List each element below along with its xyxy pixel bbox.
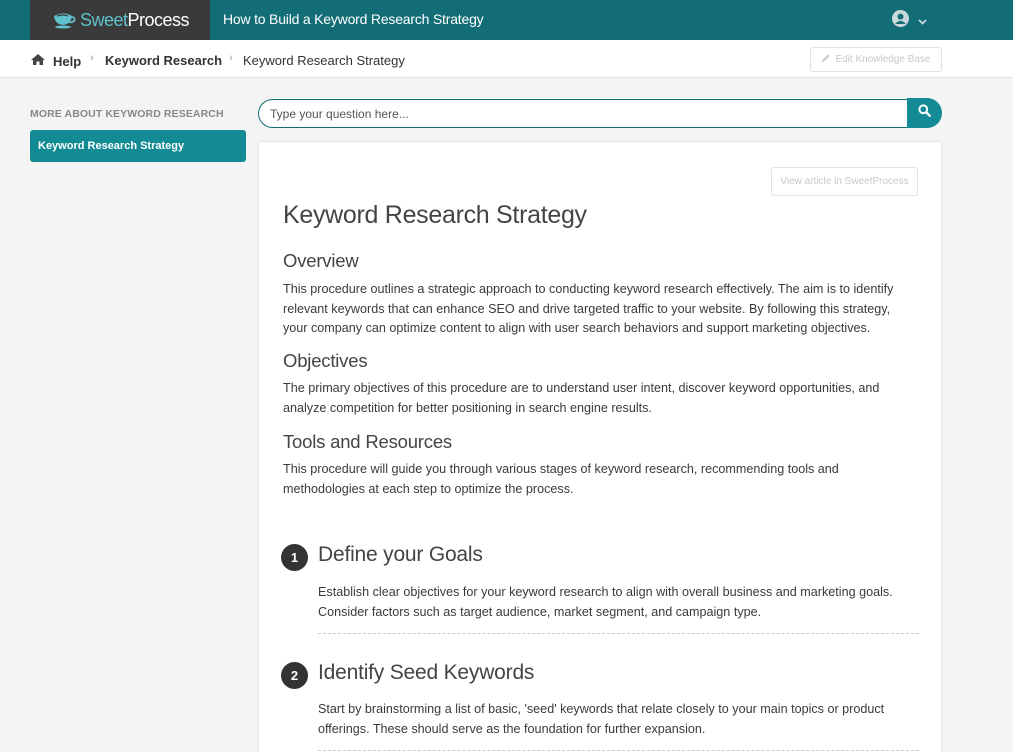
section-heading-overview: Overview (283, 250, 359, 271)
top-bar: SweetProcess How to Build a Keyword Rese… (0, 0, 1013, 40)
breadcrumb-separator: › (229, 52, 233, 64)
home-icon (30, 53, 46, 69)
article-card: View article in SweetProcess Keyword Res… (258, 141, 942, 752)
sidebar-heading: MORE ABOUT KEYWORD RESEARCH (30, 108, 224, 120)
step-text: Start by brainstorming a list of basic, … (318, 702, 885, 736)
logo-wordmark: SweetProcess (80, 9, 190, 31)
user-menu[interactable] (892, 10, 927, 32)
breadcrumb-home[interactable]: Help (30, 53, 81, 69)
teacup-logo-icon (52, 11, 76, 29)
search-input[interactable] (258, 99, 908, 128)
sidebar-item-keyword-research-strategy[interactable]: Keyword Research Strategy (30, 130, 246, 162)
breadcrumb-current: Keyword Research Strategy (243, 53, 405, 68)
step-divider (318, 633, 919, 634)
section-text-objectives: The primary objectives of this procedure… (283, 381, 880, 415)
step-number-badge: 1 (281, 544, 308, 571)
view-in-sweetprocess-button[interactable]: View article in SweetProcess (771, 167, 918, 196)
logo-word-process: Process (127, 9, 190, 30)
search-icon (918, 104, 931, 122)
pencil-icon (821, 53, 831, 66)
breadcrumb-home-label: Help (53, 53, 82, 69)
breadcrumb-keyword-research[interactable]: Keyword Research (105, 53, 222, 68)
step-divider (318, 750, 919, 751)
section-heading-objectives: Objectives (283, 350, 368, 371)
section-text-overview: This procedure outlines a strategic appr… (283, 282, 894, 335)
procedure-title: How to Build a Keyword Research Strategy (223, 11, 484, 27)
section-heading-tools: Tools and Resources (283, 431, 452, 452)
user-circle-icon (892, 10, 909, 32)
step-number-badge: 2 (281, 662, 308, 689)
breadcrumb-bar: Help › Keyword Research › Keyword Resear… (0, 40, 1013, 78)
step-title: Identify Seed Keywords (318, 661, 535, 684)
logo-word-sweet: Sweet (80, 9, 128, 30)
edit-knowledge-base-button[interactable]: Edit Knowledge Base (810, 47, 942, 72)
sweetprocess-logo[interactable]: SweetProcess (30, 0, 210, 40)
edit-knowledge-base-label: Edit Knowledge Base (835, 54, 931, 65)
breadcrumb-separator: › (90, 52, 94, 64)
chevron-down-icon (918, 12, 927, 30)
search-button[interactable] (907, 98, 942, 128)
article-title: Keyword Research Strategy (283, 201, 587, 229)
step-title: Define your Goals (318, 543, 483, 566)
section-text-tools: This procedure will guide you through va… (283, 462, 839, 496)
step-text: Establish clear objectives for your keyw… (318, 585, 893, 619)
